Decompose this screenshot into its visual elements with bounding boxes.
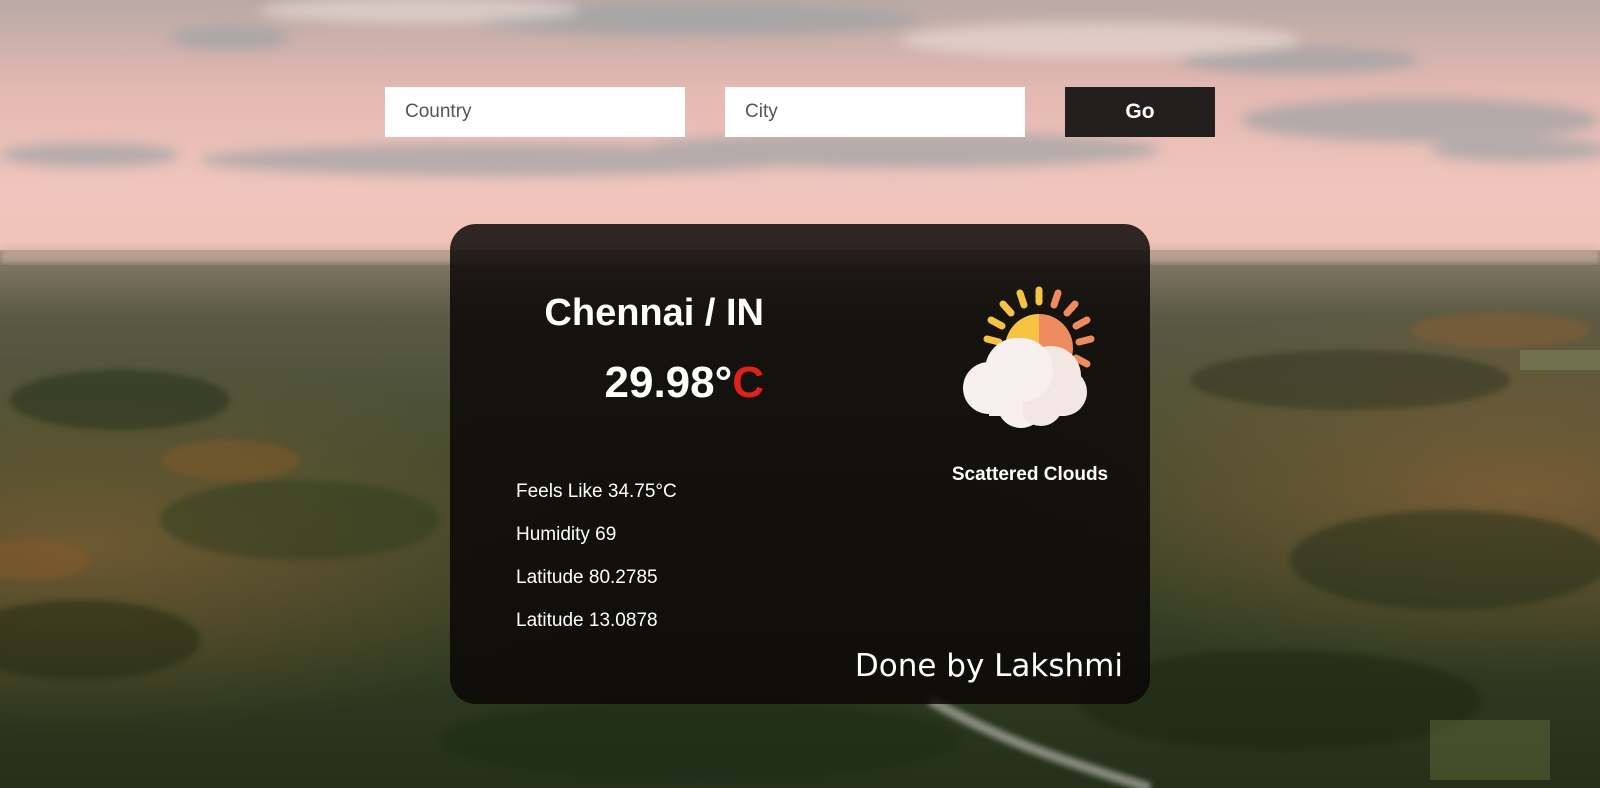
weather-details-list: Feels Like 34.75°C Humidity 69 Latitude … xyxy=(516,481,677,653)
weather-condition: Scattered Clouds xyxy=(951,464,1109,485)
weather-card: Chennai / IN 29.98°C Scattered Clouds Fe… xyxy=(450,224,1150,704)
sun-behind-cloud-icon xyxy=(955,280,1115,430)
search-bar: Go xyxy=(0,0,1600,160)
longitude-detail: Latitude 80.2785 xyxy=(516,567,658,588)
temperature-display: 29.98°C xyxy=(524,358,764,408)
humidity-detail: Humidity 69 xyxy=(516,524,617,545)
author-credit: Done by Lakshmi xyxy=(854,648,1123,684)
temperature-unit: C xyxy=(732,358,764,407)
city-input[interactable] xyxy=(725,87,1025,137)
temperature-value: 29.98° xyxy=(604,358,733,407)
latitude-detail: Latitude 13.0878 xyxy=(516,610,658,631)
go-button[interactable]: Go xyxy=(1065,87,1215,137)
location-heading: Chennai / IN xyxy=(544,292,764,334)
feels-like-detail: Feels Like 34.75°C xyxy=(516,481,677,502)
country-input[interactable] xyxy=(385,87,685,137)
